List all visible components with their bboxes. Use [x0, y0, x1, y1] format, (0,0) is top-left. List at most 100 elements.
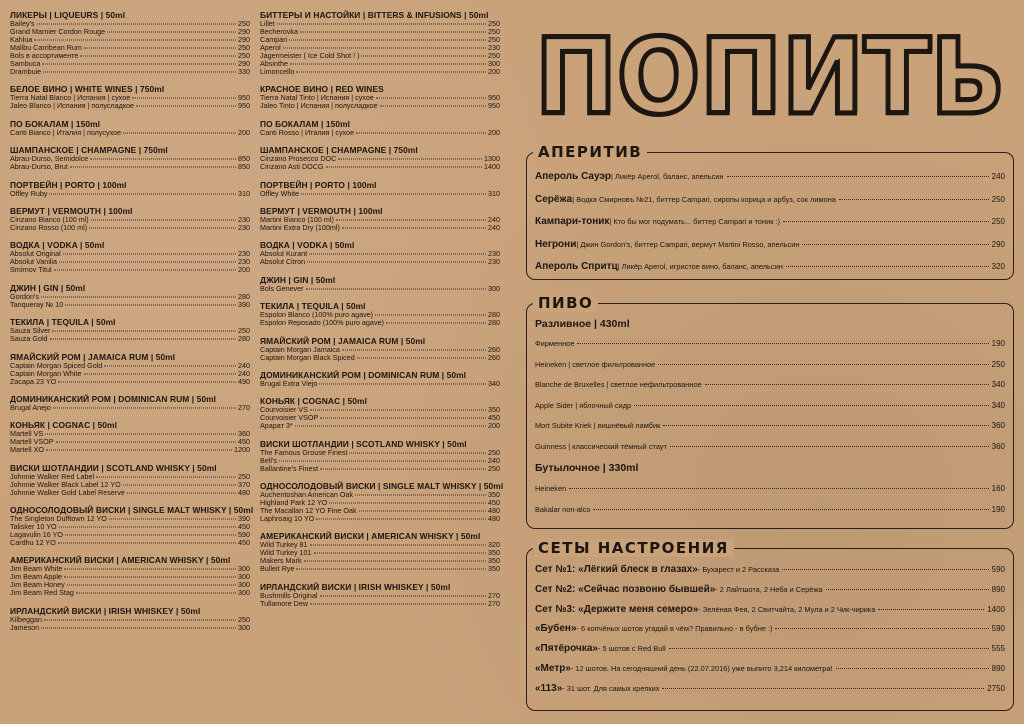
item-description: - 31 шот. Для самых крепких	[562, 683, 660, 693]
dot-leader	[663, 425, 989, 426]
drink-category: ШАМПАНСКОЕ | CHAMPAGNE | 750ml Abrau-Durs…	[10, 145, 250, 171]
item-description: | Ликёр Aperol, баланс, апельсин	[611, 172, 724, 181]
menu-item-row: Martell XO 1200	[10, 446, 250, 454]
item-description: - 12 шотов. На сегодняшний день (22.07.2…	[570, 664, 833, 673]
dot-leader	[80, 55, 236, 57]
dot-leader	[825, 588, 989, 590]
item-name: Smirnov Titul	[10, 265, 52, 275]
dot-leader	[783, 221, 989, 222]
drink-category: КРАСНОЕ ВИНО | RED WINES Tierra Natal Tin…	[260, 84, 500, 110]
item-name: Ballantine's Finest	[260, 463, 319, 473]
dot-leader	[296, 71, 486, 73]
dot-leader	[634, 404, 989, 406]
menu-item-row: Ballantine's Finest 250	[260, 463, 500, 473]
item-price: 890	[991, 664, 1005, 673]
drink-category: ПОРТВЕЙН | PORTO | 100ml Offley White 310	[260, 180, 500, 198]
item-price: 200	[238, 265, 250, 275]
item-name: Heineken	[535, 484, 567, 493]
drink-category: ЯМАЙСКИЙ РОМ | JAMAICA RUM | 50ml Captain…	[10, 352, 250, 386]
item-price: 590	[991, 565, 1005, 574]
dot-leader	[316, 518, 486, 520]
dot-leader	[309, 409, 486, 411]
drink-category: ИРЛАНДСКИЙ ВИСКИ | IRISH WHISKEY | 50ml K…	[10, 606, 250, 632]
item-price: 230	[488, 257, 500, 267]
dot-leader	[62, 253, 236, 255]
item-name: Jaleo Tinto | Испания | полусладкое	[260, 101, 378, 111]
menu-item-row: Tullamore Dew 270	[260, 599, 500, 608]
dot-leader	[58, 381, 236, 383]
menu-item-row: «Бубен» - 6 копчёных шотов угадай в чём?…	[535, 623, 1005, 634]
dot-leader	[356, 132, 486, 134]
dot-leader	[55, 441, 236, 443]
item-price: 850	[238, 162, 250, 172]
category-title: КОНЬЯК | COGNAC | 50ml	[10, 420, 118, 431]
item-name: Cardhu 12 YO	[10, 538, 56, 548]
menu-item-row: Campari 250	[260, 36, 500, 44]
item-name: Limoncello	[260, 67, 295, 76]
menu-item-row: Серёжа | Водка Смирновъ №21, биттер Camp…	[535, 194, 1005, 205]
item-price: 160	[991, 484, 1005, 493]
dot-leader	[52, 407, 236, 409]
item-description: - 5 шотов с Red Bull	[597, 644, 666, 654]
dot-leader	[309, 544, 486, 546]
item-price: 340	[488, 378, 500, 388]
drink-category: ПО БОКАЛАМ | 150ml Canti Bianco | Италия …	[10, 119, 250, 137]
dot-leader	[299, 31, 486, 33]
dot-leader	[45, 449, 232, 451]
sets-section: СЕТЫ НАСТРОЕНИЯ Сет №1: «Лёгкий блеск в …	[526, 539, 1014, 711]
dot-leader	[43, 619, 236, 621]
item-name: Sauza Gold	[10, 334, 48, 344]
menu-item-row: Jaleo Tinto | Испания | полусладкое 950	[260, 102, 500, 110]
menu-item-row: Фирменное 190	[535, 339, 1005, 348]
drink-category: ТЕКИЛА | TEQUILA | 50ml Sauza Silver 250 Sa…	[10, 317, 250, 343]
drink-category: ДОМИНИКАНСКИЙ РОМ | DOMINICAN RUM | 50ml…	[10, 394, 250, 412]
menu-item-row: Кампари-тоник | Кто бы мог подумать... б…	[535, 216, 1005, 227]
category-title: ДЖИН | GIN | 50ml	[10, 282, 86, 293]
menu-item-row: Арарат 3* 200	[260, 422, 500, 430]
dot-leader	[296, 568, 486, 570]
item-price: 390	[238, 299, 250, 309]
dot-leader	[355, 494, 486, 496]
menu-item-row: Сет №2: «Сейчас позвоню бывшей» - 2 Лайт…	[535, 584, 1005, 595]
menu-item-row: Сет №3: «Держите меня семеро» - Зелёная …	[535, 604, 1005, 615]
item-price: 330	[238, 67, 250, 76]
menu-item-row: Courvoisier VSOP 450	[260, 414, 500, 422]
dot-leader	[341, 349, 486, 351]
dot-leader	[658, 363, 989, 365]
menu-item-row: Jagermeister ( Ice Cold Shot ! ) 250	[260, 52, 500, 60]
item-name: Drambuie	[10, 67, 42, 76]
item-name: Absolut Citron	[260, 257, 306, 267]
dot-leader	[59, 261, 236, 263]
dot-leader	[569, 488, 989, 489]
dot-leader	[320, 417, 486, 419]
dot-leader	[669, 445, 989, 447]
dot-leader	[83, 47, 236, 49]
item-name: Captain Morgan Black Spiced	[260, 352, 355, 362]
dot-leader	[126, 492, 236, 494]
menu-item-row: Tanqueray № 10 390	[10, 299, 250, 309]
dot-leader	[36, 23, 236, 25]
item-price: 890	[991, 584, 1005, 594]
dot-leader	[358, 510, 486, 512]
item-price: 200	[488, 421, 500, 431]
item-price: 250	[991, 194, 1005, 204]
dot-leader	[289, 63, 486, 65]
item-name: Espolon Reposado (100% puro agave)	[260, 318, 384, 328]
drink-category: БИТТЕРЫ И НАСТОЙКИ | BITTERS & INFUSIONS…	[260, 10, 500, 76]
drink-category: ПО БОКАЛАМ | 150ml Canti Rosso | Италия |…	[260, 119, 500, 137]
item-price: 490	[238, 376, 250, 386]
menu-item-row: Offley White 310	[260, 189, 500, 198]
dot-leader	[276, 23, 486, 25]
main-title: ПОПИТЬ ПОПИТЬ	[533, 27, 1008, 127]
item-price: 300	[488, 283, 500, 293]
menu-item-row: Jim Beam Red Stag 300	[10, 589, 250, 597]
menu-item-row: Bakalar non-alco 190	[535, 505, 1005, 514]
item-name: «Пятёрочка»	[535, 643, 598, 655]
dot-leader	[282, 47, 486, 49]
dot-leader	[40, 296, 236, 298]
menu-item-row: Smirnov Titul 200	[10, 266, 250, 274]
dot-leader	[136, 105, 236, 107]
item-price: 280	[238, 334, 250, 344]
item-price: 290	[991, 239, 1005, 249]
beer-section: ПИВО Разливное | 430ml Бутылочное | 330m…	[526, 294, 1014, 529]
